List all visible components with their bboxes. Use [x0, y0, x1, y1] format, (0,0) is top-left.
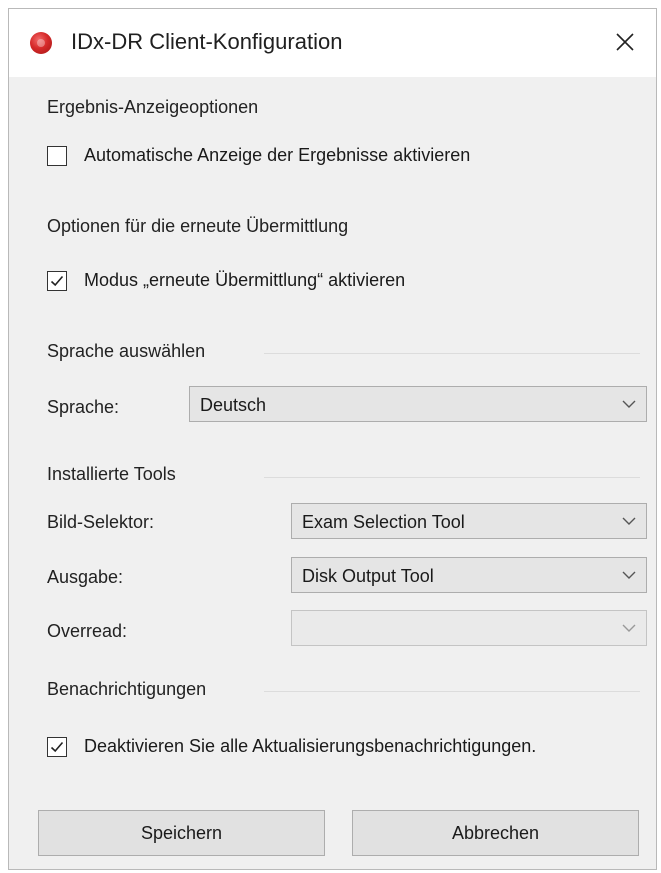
notifications-section-heading: Benachrichtigungen — [47, 679, 207, 699]
language-section-heading: Sprache auswählen — [47, 341, 206, 361]
chevron-down-icon — [622, 400, 636, 408]
image-selector-label: Bild-Selektor: — [47, 512, 155, 532]
results-section-heading: Ergebnis-Anzeigeoptionen — [47, 97, 259, 117]
window-title: IDx-DR Client-Konfiguration — [71, 29, 343, 54]
tools-group-divider — [264, 477, 640, 478]
language-select-value: Deutsch — [200, 395, 267, 415]
cancel-button[interactable]: Abbrechen — [352, 810, 639, 856]
config-dialog: IDx-DR Client-Konfiguration Ergebnis-Anz… — [8, 8, 657, 870]
language-group-divider — [264, 353, 640, 354]
image-selector-value: Exam Selection Tool — [302, 512, 465, 532]
auto-display-label: Automatische Anzeige der Ergebnisse akti… — [84, 145, 471, 165]
disable-updates-label: Deaktivieren Sie alle Aktualisierungsben… — [84, 736, 537, 756]
output-value: Disk Output Tool — [302, 566, 434, 586]
image-selector-select[interactable]: Exam Selection Tool — [291, 503, 647, 539]
save-button[interactable]: Speichern — [38, 810, 325, 856]
title-bar: IDx-DR Client-Konfiguration — [9, 9, 656, 77]
overread-select[interactable] — [291, 610, 647, 646]
resubmit-section-heading: Optionen für die erneute Übermittlung — [47, 216, 349, 236]
close-icon — [616, 33, 634, 51]
disable-updates-checkbox-row[interactable]: Deaktivieren Sie alle Aktualisierungsben… — [47, 736, 536, 757]
resubmit-mode-label: Modus „erneute Übermittlung“ aktivieren — [84, 270, 406, 290]
close-button[interactable] — [606, 23, 644, 61]
disable-updates-checkbox[interactable] — [47, 736, 67, 757]
overread-label: Overread: — [47, 621, 128, 641]
chevron-down-icon — [622, 571, 636, 579]
notifications-group-divider — [264, 691, 640, 692]
chevron-down-icon — [622, 624, 636, 632]
chevron-down-icon — [622, 517, 636, 525]
checkmark-icon — [50, 275, 64, 286]
language-select[interactable]: Deutsch — [189, 386, 647, 422]
language-label: Sprache: — [47, 397, 120, 417]
auto-display-checkbox[interactable] — [47, 145, 67, 166]
resubmit-mode-checkbox-row[interactable]: Modus „erneute Übermittlung“ aktivieren — [47, 270, 405, 291]
tools-section-heading: Installierte Tools — [47, 464, 176, 484]
checkmark-icon — [50, 741, 64, 752]
app-logo-icon — [30, 32, 52, 54]
resubmit-mode-checkbox[interactable] — [47, 270, 67, 291]
output-label: Ausgabe: — [47, 567, 124, 587]
output-select[interactable]: Disk Output Tool — [291, 557, 647, 593]
auto-display-checkbox-row[interactable]: Automatische Anzeige der Ergebnisse akti… — [47, 145, 470, 166]
